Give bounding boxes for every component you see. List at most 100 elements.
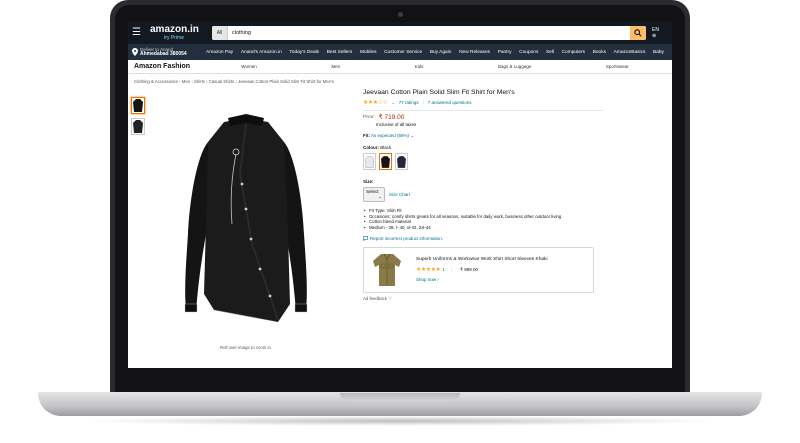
tax-note: Inclusive of all taxes (376, 122, 417, 127)
size-label: Size: (363, 179, 374, 184)
swatch-black[interactable] (379, 153, 392, 170)
nav-link-computers[interactable]: Computers (562, 50, 585, 55)
ratings-count-link[interactable]: 77 ratings (399, 100, 419, 105)
search-input[interactable] (228, 26, 630, 40)
ad-feedback-link[interactable]: Ad feedback ♡ (363, 296, 663, 302)
report-link[interactable]: Report incorrect product information. (363, 236, 663, 241)
thumbnail-list (131, 97, 145, 139)
colour-row: Colour: Black (363, 145, 663, 170)
swatch-white[interactable] (363, 153, 376, 170)
camera-icon (398, 12, 403, 17)
feature-bullets: Fit Type: Slim Fit Occasions: comfy shir… (363, 208, 663, 231)
rating-row: ★★★☆☆ ⌄ 77 ratings | 7 answered question… (363, 99, 663, 106)
fashion-categories: Women Men Kids Bags & Luggage Sportswear (204, 64, 666, 69)
fashion-cat-kids[interactable]: Kids (415, 64, 424, 69)
ad-rating-count[interactable]: 1 (442, 267, 445, 272)
ad-feedback-text: Ad feedback (363, 295, 387, 301)
price-label: Price: (363, 114, 375, 119)
thumbnail-front[interactable] (131, 97, 145, 114)
colour-label: Colour: (363, 145, 379, 150)
colour-swatches (363, 153, 663, 170)
nav-link-my-amazon[interactable]: Anand's Amazon.in (241, 50, 282, 55)
chat-bubble-icon (363, 235, 368, 241)
size-select-value: Select (366, 189, 379, 194)
fashion-subnav: Amazon Fashion Women Men Kids Bags & Lug… (128, 60, 672, 74)
nav-link-amazonbasics[interactable]: AmazonBasics (614, 50, 646, 55)
fashion-cat-sportswear[interactable]: Sportswear (606, 64, 629, 69)
product-image[interactable] (180, 114, 312, 327)
logo-text: amazon.in (150, 24, 199, 35)
fashion-cat-bags[interactable]: Bags & Luggage (498, 64, 531, 69)
shirt-thumbnail-icon (133, 120, 143, 133)
chevron-down-icon: ⌄ (378, 194, 382, 199)
sponsored-ad[interactable]: Superb Uniforms & Workwear Work Shirt Sh… (363, 246, 594, 293)
ad-title[interactable]: Superb Uniforms & Workwear Work Shirt Sh… (416, 257, 548, 262)
ad-product-image[interactable] (372, 252, 402, 288)
nav-link-amazon-pay[interactable]: Amazon Pay (206, 50, 233, 55)
answered-questions-link[interactable]: 7 answered questions (428, 100, 472, 105)
zoom-hint: Roll over image to zoom in (220, 345, 271, 350)
deliver-location: Ahmedabad 380054 (140, 51, 187, 57)
swatch-navy[interactable] (395, 153, 408, 170)
amazon-logo[interactable]: amazon.in try Prime (150, 24, 208, 42)
fit-label: Fit: (363, 133, 370, 138)
ad-shop-now-link[interactable]: Shop now › (416, 277, 548, 282)
nav-links: Amazon Pay Anand's Amazon.in Today's Dea… (206, 50, 668, 55)
report-text: Report incorrect product information. (370, 235, 444, 241)
nav-link-sell[interactable]: Sell (546, 50, 554, 55)
product-details: Jeevaan Cotton Plain Solid Slim Fit Shir… (363, 89, 663, 302)
ad-price: ₹ 999.00 (460, 266, 478, 272)
price-value: ₹ 719.00 (378, 114, 405, 121)
divider: | (450, 267, 453, 273)
nav-link-todays-deals[interactable]: Today's Deals (289, 50, 319, 55)
nav-link-best-sellers[interactable]: Best Sellers (327, 50, 353, 55)
search-category-dropdown[interactable]: All (212, 26, 228, 40)
chevron-down-icon[interactable]: ⌄ (391, 100, 394, 105)
fashion-cat-women[interactable]: Women (241, 64, 256, 69)
nav-link-coupons[interactable]: Coupons (519, 50, 538, 55)
nav-link-baby[interactable]: Baby (653, 50, 664, 55)
size-chart-link[interactable]: Size Chart (389, 192, 410, 197)
nav-link-buy-again[interactable]: Buy Again (430, 50, 452, 55)
price-row: Price: ₹ 719.00 (363, 114, 663, 121)
size-row: Size: Select ⌄ Size Chart (363, 179, 663, 202)
menu-icon[interactable]: ☰ (132, 28, 144, 38)
deliver-text: Deliver to Anand Ahmedabad 380054 (140, 47, 187, 57)
size-select[interactable]: Select ⌄ (363, 187, 385, 202)
nav-link-mobiles[interactable]: Mobiles (360, 50, 377, 55)
logo-prime: try Prime (164, 35, 184, 41)
fit-value-link[interactable]: As expected (56%) (371, 133, 409, 138)
search-bar: All (212, 26, 646, 40)
ad-star-rating[interactable]: ★★★★★ (416, 266, 441, 273)
ad-meta: ★★★★★ 1 | ₹ 999.00 (416, 266, 548, 274)
search-icon (634, 29, 642, 37)
globe-icon: ⊕ (652, 33, 657, 39)
chevron-down-icon[interactable]: ⌄ (410, 133, 414, 138)
product-title: Jeevaan Cotton Plain Solid Slim Fit Shir… (363, 89, 515, 96)
fashion-cat-men[interactable]: Men (331, 64, 340, 69)
search-button[interactable] (630, 26, 646, 40)
deliver-to[interactable]: Deliver to Anand Ahmedabad 380054 (132, 47, 206, 57)
nav-link-pantry[interactable]: Pantry (498, 50, 512, 55)
shirt-thumbnail-icon (133, 99, 143, 112)
divider: | (422, 100, 424, 105)
laptop-mockup: ☰ amazon.in try Prime All EN ⊕ (0, 0, 800, 443)
fashion-title[interactable]: Amazon Fashion (134, 63, 204, 70)
nav-link-books[interactable]: Books (593, 50, 606, 55)
language-selector[interactable]: EN ⊕ (652, 27, 666, 39)
location-pin-icon (132, 48, 138, 56)
divider (363, 110, 603, 111)
laptop-shadow (80, 416, 720, 426)
nav-link-customer-service[interactable]: Customer Service (384, 50, 422, 55)
laptop-notch (340, 393, 460, 401)
top-header: ☰ amazon.in try Prime All EN ⊕ (128, 22, 672, 44)
colour-value: Black (380, 145, 392, 150)
shirt-swatch-icon (397, 155, 406, 168)
shirt-swatch-icon (381, 155, 390, 168)
nav-link-new-releases[interactable]: New Releases (459, 50, 490, 55)
feature-bullet: Medium - 38, l- 40, xl-42, 2xl-44 (364, 225, 663, 231)
shirt-swatch-icon (365, 155, 374, 168)
thumbnail-back[interactable] (131, 118, 145, 135)
star-rating[interactable]: ★★★☆☆ (363, 99, 388, 106)
breadcrumb[interactable]: Clothing & Accessories › Men › Shirts › … (134, 79, 334, 84)
